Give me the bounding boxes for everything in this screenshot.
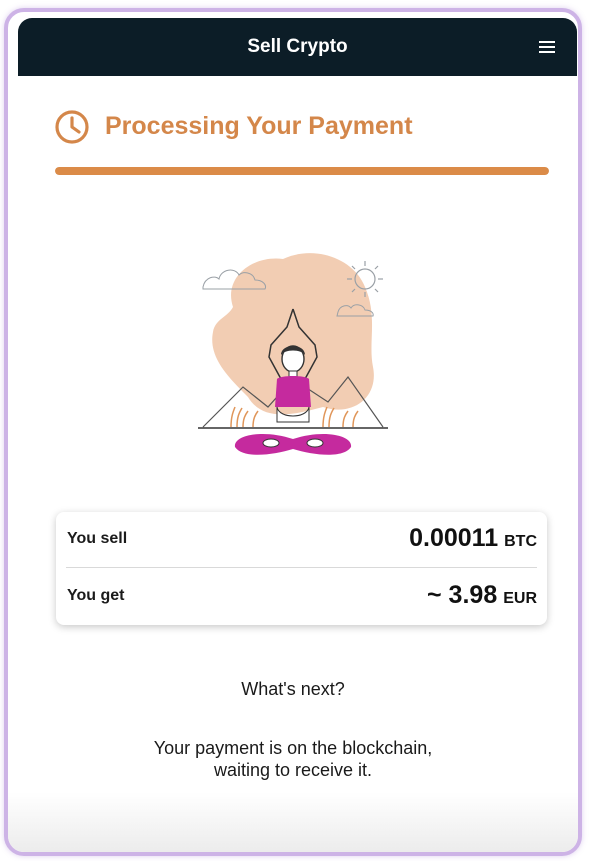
hamburger-menu-icon[interactable] <box>539 40 555 54</box>
transaction-summary-card: You sell 0.00011 BTC You get ~ 3.98 EUR <box>56 512 547 625</box>
meditation-illustration <box>198 253 388 455</box>
get-amount: ~ 3.98 <box>427 581 498 609</box>
get-row: You get ~ 3.98 EUR <box>56 569 547 625</box>
top-bar: Sell Crypto <box>18 18 577 76</box>
sell-unit: BTC <box>504 533 537 550</box>
page-title: Sell Crypto <box>247 36 348 57</box>
whats-next-heading: What's next? <box>241 679 345 699</box>
status-title: Processing Your Payment <box>105 112 413 140</box>
app-frame: Sell Crypto Processing Your Payment You … <box>4 8 582 856</box>
clock-icon <box>55 110 89 144</box>
status-header: Processing Your Payment <box>53 108 553 158</box>
whats-next-text: Your payment is on the blockchain, waiti… <box>108 737 478 781</box>
get-unit: EUR <box>503 590 537 607</box>
sell-label: You sell <box>67 530 128 547</box>
summary-divider <box>66 567 537 568</box>
sell-amount: 0.00011 <box>409 524 499 552</box>
sell-value: 0.00011 BTC <box>409 524 537 553</box>
whats-next-line-2: waiting to receive it. <box>213 760 373 780</box>
progress-bar <box>55 167 549 175</box>
progress-fill <box>55 167 549 175</box>
whats-next-line-1: Your payment is on the blockchain, <box>153 738 433 758</box>
sell-row: You sell 0.00011 BTC <box>56 512 547 568</box>
bottom-fade <box>8 792 578 852</box>
get-value: ~ 3.98 EUR <box>427 581 537 610</box>
get-label: You get <box>67 587 125 604</box>
